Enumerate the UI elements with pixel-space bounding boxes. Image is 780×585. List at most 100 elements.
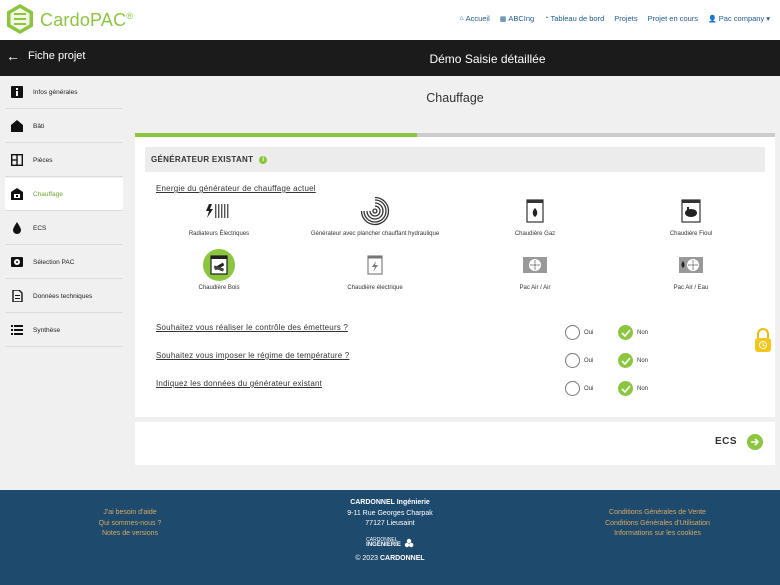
footer: J'ai besoin d'aide Qui sommes-nous ? Not… (0, 490, 780, 585)
nav-label: Projets (614, 14, 638, 23)
air-water-heatpump-icon (679, 257, 703, 273)
nav-abcing[interactable]: ▦ ABCIng (500, 14, 534, 23)
nav-tableau-de-bord[interactable]: ◔ Tableau de bord (544, 14, 604, 23)
sidebar-item-synthese[interactable]: Synthèse (5, 314, 123, 347)
option-chaudiere-bois[interactable]: Chaudière Bois (139, 249, 299, 291)
section-header: GÉNÉRATEUR EXISTANT i (145, 147, 765, 172)
wood-boiler-icon (210, 255, 228, 275)
nav-projets[interactable]: Projets (614, 14, 637, 23)
radio-oui-regime[interactable]: Oui (565, 353, 593, 368)
heating-icon (10, 187, 24, 201)
arrow-right-icon (751, 438, 760, 446)
electric-boiler-icon (367, 255, 383, 275)
sidebar-item-label: Bâti (33, 122, 45, 130)
option-chaudiere-electrique[interactable]: Chaudière électrique (295, 249, 455, 291)
selected-indicator (203, 249, 235, 281)
sidebar-item-selection-pac[interactable]: Sélection PAC (5, 246, 123, 279)
floor-heating-icon (360, 196, 390, 226)
nav-accueil[interactable]: ⌂ Accueil (459, 14, 489, 23)
brand-name[interactable]: CardoPAC® (40, 10, 133, 31)
company-address: 9-11 Rue Georges Charpak (347, 509, 433, 517)
option-plancher-chauffant[interactable]: Générateur avec plancher chauffant hydra… (295, 195, 455, 237)
oil-boiler-icon (681, 199, 701, 223)
next-arrow-button[interactable] (747, 434, 763, 450)
cardopac-logo-icon[interactable] (4, 3, 36, 35)
sidebar-item-label: Synthèse (33, 326, 61, 334)
nav-label: Tableau de bord (550, 14, 605, 23)
nav-label: Pac company (718, 14, 765, 23)
nav-label: ABCIng (508, 14, 535, 23)
nav-label: Projet en cours (647, 14, 699, 23)
sidebar-item-label: Pièces (33, 156, 53, 164)
option-label: Chaudière Fioul (669, 231, 713, 237)
radio-oui-controle[interactable]: Oui (565, 325, 593, 340)
footer-link-aide[interactable]: J'ai besoin d'aide (60, 508, 200, 519)
project-header-bar: ← Fiche projet Démo Saisie détaillée (0, 40, 780, 76)
copyright-prefix: © 2023 (355, 554, 378, 562)
project-title: Démo Saisie détaillée (429, 52, 546, 66)
info-circle-icon[interactable]: i (259, 155, 268, 164)
radio-non-regime[interactable]: Non (618, 353, 648, 368)
sidebar-item-donnees-techniques[interactable]: Données techniques (5, 280, 123, 313)
sidebar-item-label: Infos générales (33, 88, 78, 96)
generator-card: GÉNÉRATEUR EXISTANT i Energie du générat… (135, 137, 775, 417)
nav-user-menu[interactable]: 👤 Pac company ▾ (708, 14, 770, 23)
sidebar-item-pieces[interactable]: Pièces (5, 144, 123, 177)
radio-circle (565, 325, 580, 340)
radio-non-donnees[interactable]: Non (618, 381, 648, 396)
section-heading: GÉNÉRATEUR EXISTANT (151, 155, 254, 164)
option-label: Pac Air / Air (519, 285, 551, 291)
snowflake-icon (404, 538, 414, 547)
footer-link-notes-versions[interactable]: Notes de versions (60, 529, 200, 540)
footer-link-qui-sommes-nous[interactable]: Qui sommes-nous ? (60, 519, 200, 530)
option-pac-air-eau[interactable]: Pac Air / Eau (611, 249, 771, 291)
option-chaudiere-fioul[interactable]: Chaudière Fioul (611, 195, 771, 237)
option-chaudiere-gaz[interactable]: Chaudière Gaz (455, 195, 615, 237)
footer-link-cgv[interactable]: Conditions Générales de Vente (585, 508, 730, 519)
radio-non-controle[interactable]: Non (618, 325, 648, 340)
option-radiateurs-electriques[interactable]: Radiateurs Électriques (139, 195, 299, 237)
sidebar-item-label: Sélection PAC (33, 258, 75, 266)
footer-link-cgu[interactable]: Conditions Générales d'Utilisation (585, 519, 730, 530)
radio-circle (565, 381, 580, 396)
radio-label: Non (637, 357, 649, 364)
sidebar-item-label: ECS (33, 224, 47, 232)
option-label: Générateur avec plancher chauffant hydra… (310, 231, 440, 237)
sidebar-item-label: Données techniques (33, 292, 93, 300)
company-name: CARDONNEL Ingénierie (350, 499, 430, 506)
sidebar-item-infos-generales[interactable]: Infos générales (5, 76, 123, 109)
footer-company: CARDONNEL Ingénierie 9-11 Rue Georges Ch… (320, 498, 460, 564)
nav-projet-en-cours[interactable]: Projet en cours (648, 14, 698, 23)
company-city: 77127 Lieusaint (365, 520, 415, 527)
radio-label: Non (637, 385, 649, 392)
option-label: Chaudière électrique (347, 285, 403, 291)
copyright-name: CARDONNEL (379, 554, 425, 562)
nav-label: Accueil (465, 14, 490, 23)
question-controle-emetteurs: Souhaitez vous réaliser le contrôle des … (156, 323, 349, 332)
gas-boiler-icon (526, 199, 544, 223)
next-step-card: ECS (135, 422, 775, 465)
drop-icon (10, 221, 24, 235)
brand-mark: ® (126, 11, 134, 21)
footer-link-cookies[interactable]: Informations sur les cookies (585, 529, 730, 540)
energy-label: Energie du générateur de chauffage actue… (156, 184, 316, 193)
sidebar-item-bati[interactable]: Bâti (5, 110, 123, 143)
air-air-heatpump-icon (523, 257, 547, 273)
check-icon (618, 325, 633, 340)
option-pac-air-air[interactable]: Pac Air / Air (455, 249, 615, 291)
document-icon (10, 289, 24, 303)
sidebar-item-ecs[interactable]: ECS (5, 212, 123, 245)
sidebar-item-chauffage[interactable]: Chauffage (5, 178, 123, 211)
lock-icon[interactable] (754, 327, 772, 353)
radio-label: Non (637, 329, 649, 336)
sidebar-item-label: Chauffage (33, 190, 63, 198)
electric-radiator-icon (206, 204, 229, 218)
next-step-label[interactable]: ECS (715, 436, 737, 447)
footer-links-left: J'ai besoin d'aide Qui sommes-nous ? Not… (60, 508, 200, 540)
page-title: Chauffage (426, 91, 484, 105)
rooms-icon (10, 153, 24, 167)
option-label: Pac Air / Eau (673, 285, 709, 291)
option-label: Radiateurs Électriques (188, 231, 250, 237)
radio-oui-donnees[interactable]: Oui (565, 381, 593, 396)
caret-down-icon: ▾ (766, 14, 770, 23)
